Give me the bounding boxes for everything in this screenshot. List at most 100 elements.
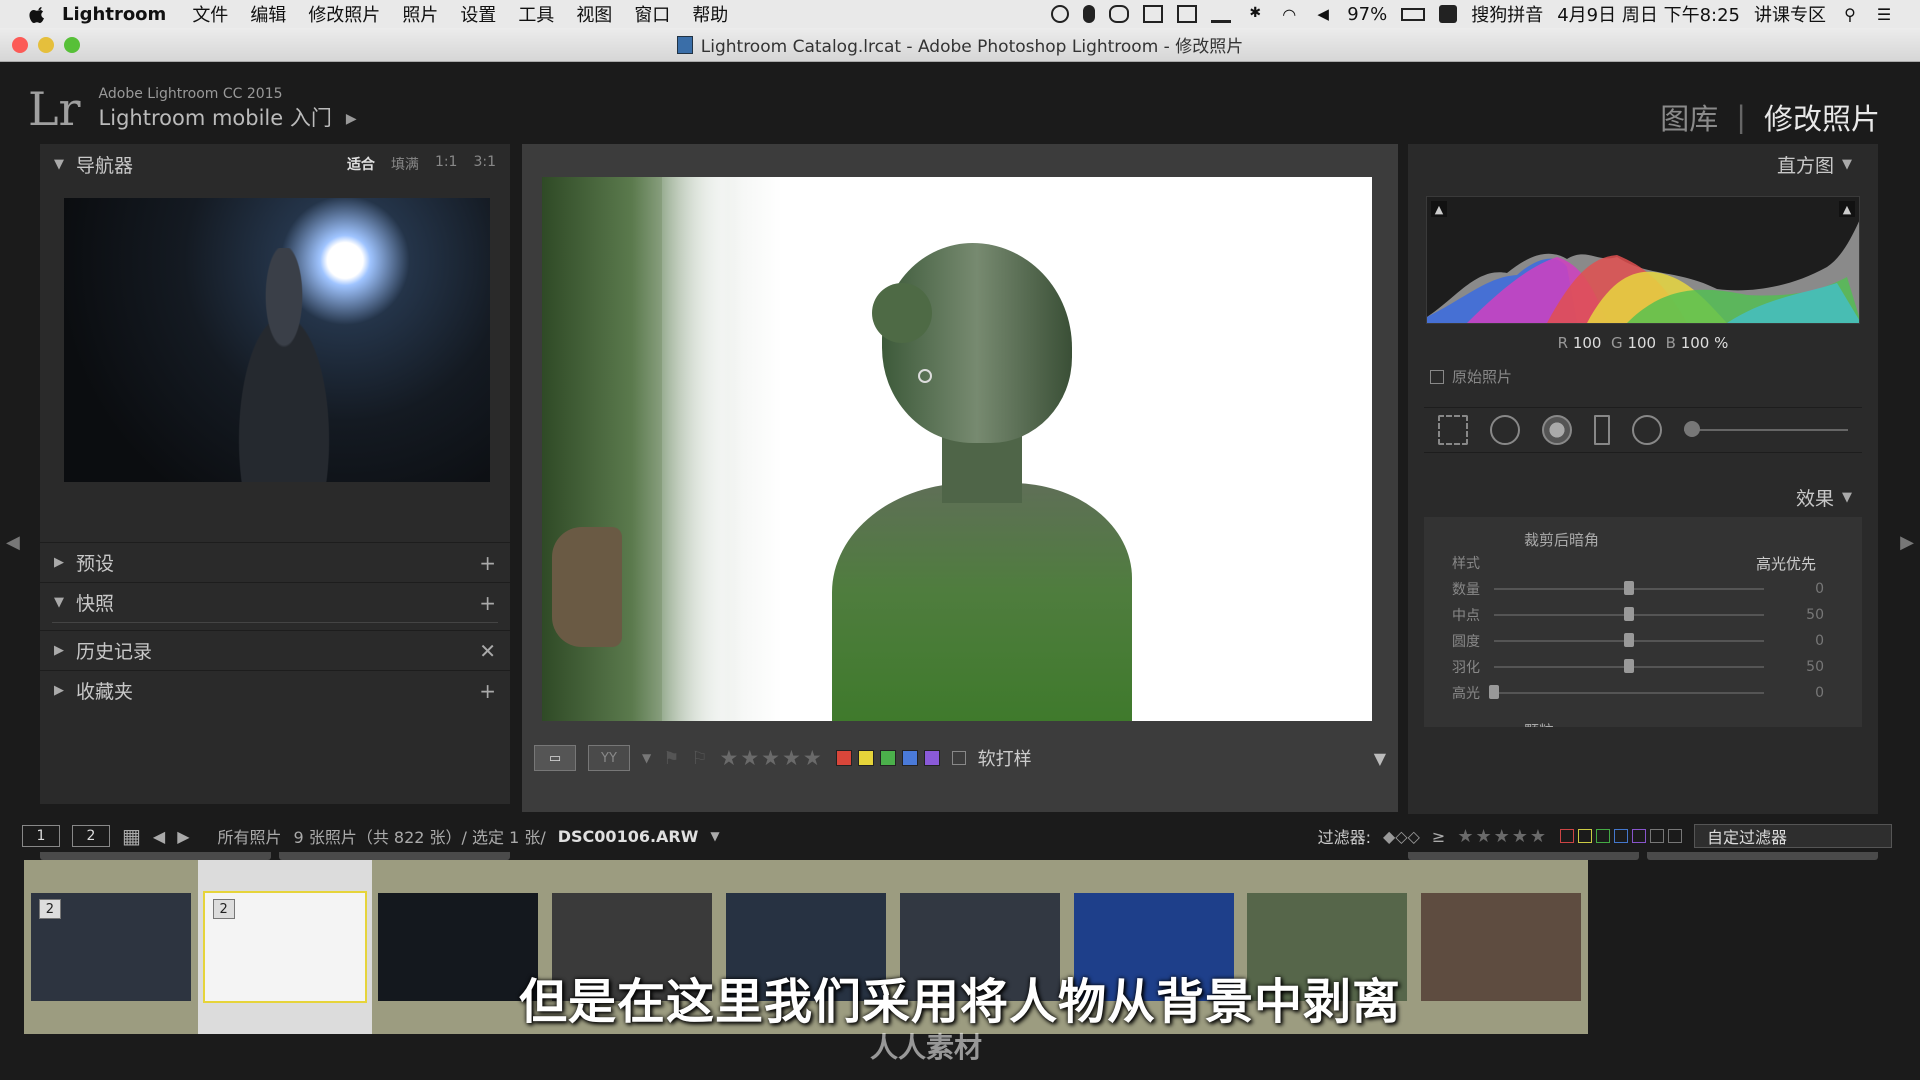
identity-plate[interactable]: Lr Adobe Lightroom CC 2015 Lightroom mob… xyxy=(28,82,357,136)
red-label-swatch[interactable] xyxy=(835,750,852,766)
add-snapshot-icon[interactable]: + xyxy=(479,591,496,615)
close-window-button[interactable] xyxy=(12,37,28,53)
history-section[interactable]: ▶ 历史记录 ✕ xyxy=(40,630,510,670)
expand-triangle-icon[interactable]: ▶ xyxy=(54,555,76,570)
before-after-button[interactable]: YY xyxy=(588,745,630,771)
before-after-dropdown-icon[interactable]: ▼ xyxy=(642,751,651,765)
zoom-fill[interactable]: 填满 xyxy=(391,154,419,174)
flag-icon[interactable]: ⚑ xyxy=(663,748,679,769)
zoom-1-1[interactable]: 1:1 xyxy=(435,154,458,174)
radial-filter-tool-icon[interactable] xyxy=(1632,415,1662,445)
highlight-clipping-icon[interactable]: ▲ xyxy=(1839,201,1855,217)
clear-history-icon[interactable]: ✕ xyxy=(479,639,496,663)
presets-section[interactable]: ▶ 预设 + xyxy=(40,542,510,582)
display-icon[interactable] xyxy=(1143,5,1164,23)
creative-cloud-icon[interactable] xyxy=(1109,5,1130,23)
forward-arrow-icon[interactable]: ▶ xyxy=(177,827,189,846)
record-icon[interactable] xyxy=(1051,5,1070,23)
yellow-filter-box[interactable] xyxy=(1578,829,1592,843)
bluetooth-icon[interactable]: ✱ xyxy=(1245,5,1265,23)
original-photo-checkbox[interactable] xyxy=(1430,369,1444,384)
selected-filename[interactable]: DSC00106.ARW xyxy=(558,827,699,846)
mobile-getting-started[interactable]: Lightroom mobile 入门 xyxy=(99,102,332,132)
menu-window[interactable]: 窗口 xyxy=(634,1,670,27)
module-library[interactable]: 图库 xyxy=(1660,96,1718,138)
filename-dropdown-icon[interactable]: ▼ xyxy=(710,829,719,843)
menu-edit[interactable]: 编辑 xyxy=(250,1,286,27)
menu-help[interactable]: 帮助 xyxy=(692,1,728,27)
midpoint-slider[interactable] xyxy=(1494,607,1764,621)
green-filter-box[interactable] xyxy=(1596,829,1610,843)
notification-center-icon[interactable]: ☰ xyxy=(1874,5,1894,24)
yellow-label-swatch[interactable] xyxy=(857,750,874,766)
midpoint-value[interactable]: 50 xyxy=(1764,607,1824,623)
menu-settings[interactable]: 设置 xyxy=(460,1,496,27)
feather-knob[interactable] xyxy=(1624,659,1634,673)
primary-display-button[interactable]: 1 xyxy=(22,825,60,847)
collapse-triangle-icon[interactable]: ▼ xyxy=(54,595,76,610)
crop-tool-icon[interactable] xyxy=(1438,415,1468,445)
back-arrow-icon[interactable]: ◀ xyxy=(153,827,165,846)
microphone-icon[interactable] xyxy=(1083,5,1096,23)
purple-label-swatch[interactable] xyxy=(923,750,940,766)
app-menu[interactable]: Lightroom xyxy=(62,4,166,25)
navigator-preview[interactable] xyxy=(64,198,490,482)
loupe-view-button[interactable]: ▭ xyxy=(534,745,576,771)
graduated-filter-tool-icon[interactable] xyxy=(1594,415,1610,445)
collapse-triangle-icon[interactable]: ▼ xyxy=(1842,157,1864,172)
menu-develop[interactable]: 修改照片 xyxy=(308,1,380,27)
volume-icon[interactable]: ◀ xyxy=(1313,5,1333,23)
highlights-slider[interactable] xyxy=(1489,685,1764,699)
battery-icon[interactable] xyxy=(1401,7,1426,21)
expand-triangle-icon[interactable]: ▶ xyxy=(54,643,76,658)
filmstrip-source[interactable]: 所有照片 xyxy=(218,824,282,848)
clock[interactable]: 4月9日 周日 下午8:25 xyxy=(1557,1,1740,27)
play-arrow-icon[interactable]: ▶ xyxy=(346,111,357,127)
purple-filter-box[interactable] xyxy=(1632,829,1646,843)
feather-value[interactable]: 50 xyxy=(1764,659,1824,675)
amount-slider[interactable] xyxy=(1494,581,1764,595)
original-photo-row[interactable]: 原始照片 xyxy=(1430,366,1878,387)
add-collection-icon[interactable]: + xyxy=(479,679,496,703)
toolbar-options-dropdown-icon[interactable]: ▼ xyxy=(1374,749,1386,768)
shadow-clipping-icon[interactable]: ▲ xyxy=(1431,201,1447,217)
roundness-value[interactable]: 0 xyxy=(1764,633,1824,649)
main-photo[interactable] xyxy=(542,177,1372,721)
no-label-filter-box[interactable] xyxy=(1668,829,1682,843)
star-rating[interactable]: ★★★★★ xyxy=(720,746,824,770)
histogram-header[interactable]: 直方图 ▼ xyxy=(1408,144,1878,184)
wifi-icon[interactable]: ◠ xyxy=(1279,5,1299,24)
left-panel-toggle-icon[interactable]: ◀ xyxy=(6,532,20,553)
custom-filter-box[interactable] xyxy=(1650,829,1664,843)
menu-view[interactable]: 视图 xyxy=(576,1,612,27)
airplay-icon[interactable] xyxy=(1211,5,1232,23)
spot-removal-tool-icon[interactable] xyxy=(1490,415,1520,445)
zoom-3-1[interactable]: 3:1 xyxy=(473,154,496,174)
roundness-slider[interactable] xyxy=(1494,633,1764,647)
brush-knob[interactable] xyxy=(1684,421,1700,437)
flag-filter-icons[interactable]: ◆◇◇ xyxy=(1383,827,1420,846)
blue-filter-box[interactable] xyxy=(1614,829,1628,843)
apple-icon[interactable] xyxy=(28,4,48,24)
menu-file[interactable]: 文件 xyxy=(192,1,228,27)
amount-value[interactable]: 0 xyxy=(1764,581,1824,597)
expand-triangle-icon[interactable]: ▶ xyxy=(54,683,76,698)
snapshots-section[interactable]: ▼ 快照 + xyxy=(40,582,510,622)
teaching-zone[interactable]: 讲课专区 xyxy=(1754,1,1826,27)
screens-icon[interactable] xyxy=(1177,5,1198,23)
collapse-triangle-icon[interactable]: ▼ xyxy=(1842,490,1864,505)
menu-photo[interactable]: 照片 xyxy=(402,1,438,27)
secondary-display-button[interactable]: 2 xyxy=(72,825,110,847)
roundness-knob[interactable] xyxy=(1624,633,1634,647)
blue-label-swatch[interactable] xyxy=(901,750,918,766)
spotlight-icon[interactable]: ⚲ xyxy=(1840,5,1860,24)
red-filter-box[interactable] xyxy=(1560,829,1574,843)
minimize-window-button[interactable] xyxy=(38,37,54,53)
effects-header[interactable]: 效果 ▼ xyxy=(1408,477,1878,517)
sogou-icon[interactable] xyxy=(1439,5,1458,23)
highlights-value[interactable]: 0 xyxy=(1764,685,1824,701)
histogram-graph[interactable]: ▲ ▲ xyxy=(1426,196,1860,324)
input-method[interactable]: 搜狗拼音 xyxy=(1471,1,1543,27)
reject-flag-icon[interactable]: ⚐ xyxy=(691,748,707,769)
zoom-fit[interactable]: 适合 xyxy=(347,154,375,174)
